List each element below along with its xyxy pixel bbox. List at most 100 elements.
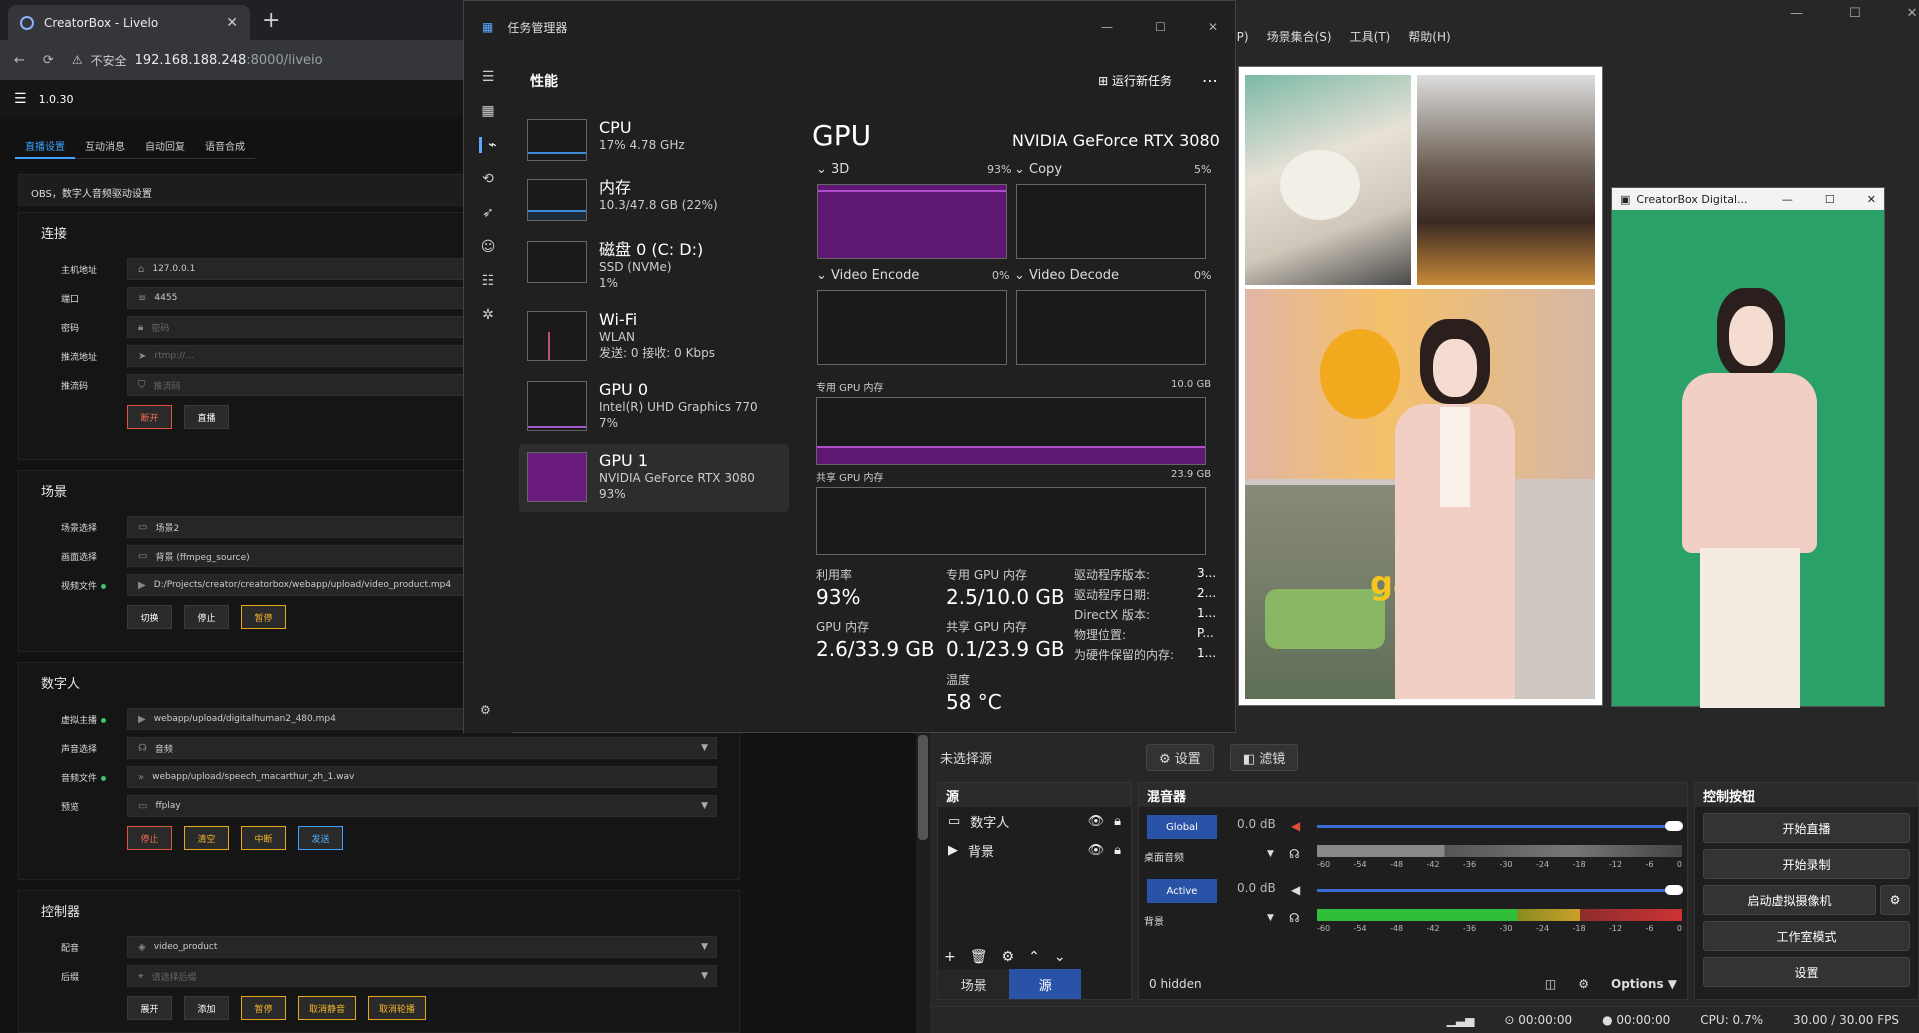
voice-select[interactable]: ☊ 音频 ▼ [127, 737, 717, 759]
muted-speaker-icon[interactable]: ◀ [1291, 819, 1300, 833]
lock-icon[interactable]: 🔒︎ [1114, 843, 1121, 858]
layout-icon[interactable]: ◫ [1545, 977, 1556, 991]
perf-item-gpu1[interactable]: GPU 1 NVIDIA GeForce RTX 3080 93% [519, 444, 789, 512]
stop-button[interactable]: 停止 [127, 826, 172, 850]
password-label: 密码 [61, 323, 80, 334]
options-button[interactable]: Options ▼ [1611, 977, 1677, 991]
performance-icon[interactable]: ⌁ [479, 137, 497, 153]
scrollbar-thumb[interactable] [918, 735, 928, 840]
pause-button[interactable]: 暂停 [241, 996, 286, 1020]
start-recording-button[interactable]: 开始录制 [1703, 849, 1910, 879]
eye-icon[interactable]: 👁︎ [1088, 814, 1105, 829]
settings-icon[interactable]: ⚙ [480, 703, 491, 717]
volume-knob[interactable] [1665, 821, 1683, 831]
chevron-down-icon[interactable]: ▼ [1267, 849, 1274, 859]
trash-icon[interactable]: 🗑︎ [970, 949, 988, 965]
browser-tab[interactable]: CreatorBox - Livelo ✕ [8, 5, 250, 40]
tab-interactions[interactable]: 互动消息 [75, 134, 135, 159]
gear-icon[interactable]: ⚙ [1578, 977, 1589, 991]
menu-item-tools[interactable]: 工具(T) [1350, 28, 1391, 45]
eye-icon[interactable]: 👁︎ [1088, 843, 1105, 858]
details-icon[interactable]: ☷ [482, 273, 495, 289]
reload-icon[interactable]: ⟳ [43, 53, 54, 68]
add-icon[interactable]: + [944, 949, 956, 965]
monitor-audio-icon[interactable]: ☊ [1289, 911, 1300, 925]
volume-slider[interactable] [1317, 825, 1682, 828]
hamburger-icon[interactable]: ☰ [482, 69, 495, 85]
chevron-down-icon: ▼ [701, 971, 708, 981]
start-streaming-button[interactable]: 开始直播 [1703, 813, 1910, 843]
tab-scenes[interactable]: 场景 [938, 969, 1010, 999]
close-icon[interactable]: ✕ [1867, 193, 1876, 206]
tab-sources[interactable]: 源 [1009, 969, 1081, 999]
dub-select[interactable]: ◈ video_product ▼ [127, 936, 717, 958]
chevron-down-icon[interactable]: ▼ [1267, 913, 1274, 923]
live-button[interactable]: 直播 [184, 405, 229, 429]
new-tab-icon[interactable]: + [262, 8, 280, 33]
url-field[interactable]: ⚠ 不安全 192.168.188.248:8000/liveio [72, 52, 323, 69]
menu-icon[interactable]: ☰ [14, 91, 27, 107]
maximize-icon[interactable]: ☐ [1825, 193, 1835, 206]
tab-tts[interactable]: 语音合成 [195, 134, 255, 159]
monitor-audio-icon[interactable]: ☊ [1289, 847, 1300, 861]
obs-preview[interactable]: gad [1238, 66, 1603, 706]
pause-button[interactable]: 暂停 [241, 605, 286, 629]
source-filters-button[interactable]: ◧ 滤镜 [1229, 743, 1299, 771]
expand-button[interactable]: 展开 [127, 996, 172, 1020]
lock-icon[interactable]: 🔒︎ [1114, 814, 1121, 829]
perf-item-wifi[interactable]: Wi-Fi WLAN 发送: 0 接收: 0 Kbps [519, 303, 789, 371]
volume-knob[interactable] [1665, 885, 1683, 895]
gear-icon[interactable]: ⚙ [1880, 885, 1910, 915]
maximize-icon[interactable]: ☐ [1849, 6, 1861, 21]
chevron-down-icon[interactable]: ⌄ [1054, 949, 1066, 965]
perf-item-disk[interactable]: 磁盘 0 (C: D:) SSD (NVMe) 1% [519, 233, 789, 301]
history-icon[interactable]: ⟲ [482, 171, 494, 187]
mixer-channel-name: 桌面音频 [1144, 853, 1184, 864]
gear-icon[interactable]: ⚙ [1002, 949, 1015, 965]
virtual-camera-window[interactable]: ▣ CreatorBox Digital... — ☐ ✕ [1611, 187, 1885, 708]
cancel-loop-button[interactable]: 取消轮播 [368, 996, 427, 1020]
services-icon[interactable]: ✲ [482, 307, 494, 323]
switch-button[interactable]: 切换 [127, 605, 172, 629]
tab-live-settings[interactable]: 直播设置 [15, 134, 75, 159]
preview-select[interactable]: ▭ ffplay ▼ [127, 795, 717, 817]
speaker-icon[interactable]: ◀ [1291, 883, 1300, 897]
send-button[interactable]: 发送 [298, 826, 343, 850]
tab-auto-reply[interactable]: 自动回复 [135, 134, 195, 159]
chevron-up-icon[interactable]: ⌃ [1028, 949, 1040, 965]
start-virtual-camera-button[interactable]: 启动虚拟摄像机 [1703, 885, 1876, 915]
add-button[interactable]: 添加 [184, 996, 229, 1020]
close-tab-icon[interactable]: ✕ [226, 15, 238, 31]
perf-item-gpu0[interactable]: GPU 0 Intel(R) UHD Graphics 770 7% [519, 373, 789, 441]
menu-item-scene-collection[interactable]: 场景集合(S) [1267, 28, 1332, 45]
source-item[interactable]: ▭ 数字人 👁︎ 🔒︎ [938, 807, 1131, 836]
minimize-icon[interactable]: — [1101, 20, 1113, 34]
more-icon[interactable]: ⋯ [1202, 71, 1218, 90]
source-item[interactable]: ▶ 背景 👁︎ 🔒︎ [938, 836, 1131, 865]
obs-source-toolbar: 未选择源 ⚙ 设置 ◧ 滤镜 [940, 743, 1919, 771]
settings-button[interactable]: 设置 [1703, 957, 1910, 987]
interrupt-button[interactable]: 中断 [241, 826, 286, 850]
volume-slider[interactable] [1317, 889, 1682, 892]
suffix-select[interactable]: ⌖ 请选择后缀 ▼ [127, 965, 717, 987]
close-icon[interactable]: ✕ [1208, 20, 1218, 34]
perf-item-memory[interactable]: 内存 10.3/47.8 GB (22%) [519, 171, 789, 239]
close-icon[interactable]: ✕ [1907, 6, 1918, 21]
maximize-icon[interactable]: ☐ [1155, 20, 1166, 34]
perf-item-cpu[interactable]: CPU 17% 4.78 GHz [519, 111, 789, 179]
run-new-task-button[interactable]: ⊞ 运行新任务 [1098, 72, 1172, 89]
back-arrow-icon[interactable]: ← [14, 53, 25, 68]
menu-item-help[interactable]: 帮助(H) [1408, 28, 1450, 45]
source-settings-button[interactable]: ⚙ 设置 [1146, 743, 1214, 771]
audio-file-input[interactable]: » webapp/upload/speech_macarthur_zh_1.wav [127, 766, 717, 788]
minimize-icon[interactable]: — [1790, 6, 1803, 21]
processes-icon[interactable]: ▦ [481, 103, 494, 119]
clear-button[interactable]: 清空 [184, 826, 229, 850]
stop-button[interactable]: 停止 [184, 605, 229, 629]
startup-icon[interactable]: ➶ [482, 205, 494, 221]
minimize-icon[interactable]: — [1782, 193, 1793, 206]
unmute-button[interactable]: 取消静音 [298, 996, 357, 1020]
studio-mode-button[interactable]: 工作室模式 [1703, 921, 1910, 951]
disconnect-button[interactable]: 断开 [127, 405, 172, 429]
users-icon[interactable]: ☺ [481, 239, 496, 255]
